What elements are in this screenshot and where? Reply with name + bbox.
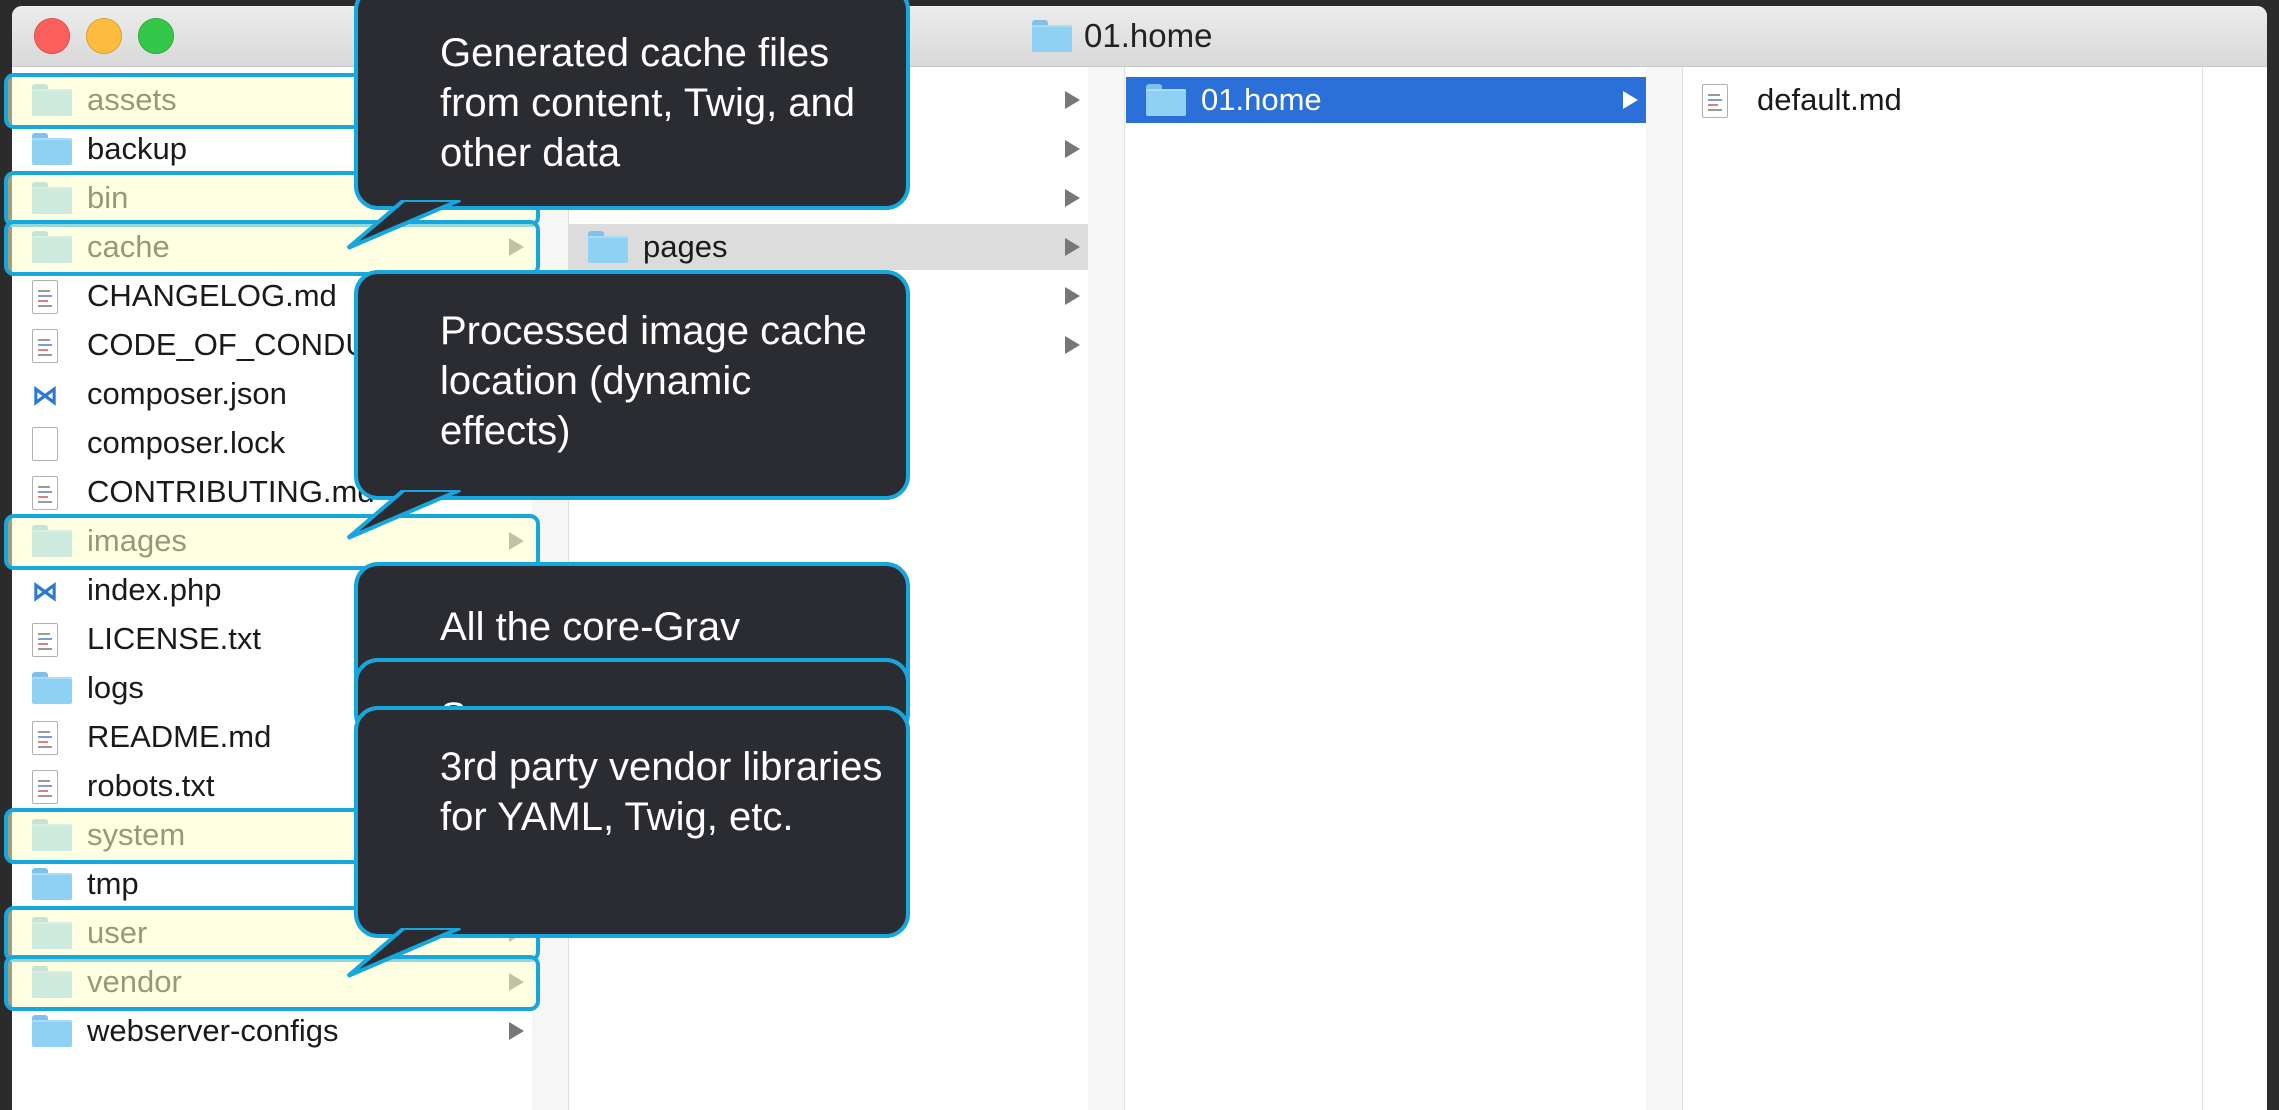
item-label: logs bbox=[87, 670, 144, 705]
maximize-button[interactable] bbox=[138, 18, 174, 54]
vscode-file-icon: ⋈ bbox=[32, 380, 58, 410]
vscode-file-icon: ⋈ bbox=[32, 576, 58, 606]
callout-cache: Generated cache files from content, Twig… bbox=[354, 0, 910, 210]
item-label: tmp bbox=[87, 866, 139, 901]
window-title-text: 01.home bbox=[1084, 17, 1213, 54]
folder-icon bbox=[588, 231, 628, 263]
document-icon bbox=[32, 329, 58, 363]
document-icon bbox=[32, 280, 58, 314]
column-divider[interactable] bbox=[1646, 67, 1683, 1110]
document-icon bbox=[32, 623, 58, 657]
folder-icon bbox=[32, 868, 72, 900]
callout-tail bbox=[346, 490, 461, 540]
disclosure-arrow-icon bbox=[1065, 140, 1080, 158]
disclosure-arrow-icon bbox=[1065, 238, 1080, 256]
document-icon bbox=[32, 476, 58, 510]
disclosure-arrow-icon bbox=[1065, 189, 1080, 207]
document-icon bbox=[32, 770, 58, 804]
file-icon bbox=[32, 427, 58, 461]
disclosure-arrow-icon bbox=[1065, 336, 1080, 354]
folder-icon bbox=[32, 133, 72, 165]
disclosure-arrow-icon bbox=[1065, 91, 1080, 109]
callout-tail bbox=[346, 200, 461, 250]
disclosure-arrow-icon bbox=[1623, 91, 1638, 109]
callout-images-text: Processed image cache location (dynamic … bbox=[440, 309, 867, 453]
list-item[interactable]: default.md bbox=[1682, 77, 2202, 123]
folder-icon bbox=[32, 1015, 72, 1047]
minimize-button[interactable] bbox=[86, 18, 122, 54]
item-label: composer.lock bbox=[87, 425, 286, 460]
document-icon bbox=[1702, 84, 1728, 118]
browser-column-pages[interactable]: 01.home bbox=[1126, 67, 1647, 1110]
item-label: README.md bbox=[87, 719, 272, 754]
callout-vendor-text: 3rd party vendor libraries for YAML, Twi… bbox=[440, 745, 883, 839]
document-icon bbox=[32, 721, 58, 755]
item-label: backup bbox=[87, 131, 187, 166]
list-item[interactable]: pages bbox=[568, 224, 1088, 270]
close-button[interactable] bbox=[34, 18, 70, 54]
disclosure-arrow-icon bbox=[509, 1022, 524, 1040]
window-title: 01.home bbox=[1032, 16, 1212, 56]
callout-vendor: 3rd party vendor libraries for YAML, Twi… bbox=[354, 706, 910, 938]
callout-images: Processed image cache location (dynamic … bbox=[354, 270, 910, 500]
folder-icon bbox=[1146, 84, 1186, 116]
item-label: pages bbox=[643, 229, 728, 264]
list-item[interactable]: webserver-configs bbox=[12, 1008, 532, 1054]
browser-column-home[interactable]: default.md bbox=[1682, 67, 2203, 1110]
item-label: CHANGELOG.md bbox=[87, 278, 337, 313]
folder-icon bbox=[1032, 20, 1072, 52]
item-label: index.php bbox=[87, 572, 222, 607]
callout-system-text: All the core-Grav bbox=[440, 605, 741, 649]
item-label: CONTRIBUTING.md bbox=[87, 474, 375, 509]
item-label: LICENSE.txt bbox=[87, 621, 261, 656]
item-label: default.md bbox=[1757, 82, 1902, 117]
title-bar: 01.home bbox=[12, 6, 2267, 67]
item-label: robots.txt bbox=[87, 768, 215, 803]
callout-cache-text: Generated cache files from content, Twig… bbox=[440, 31, 856, 175]
item-label: 01.home bbox=[1201, 82, 1322, 117]
list-item[interactable]: 01.home bbox=[1126, 77, 1646, 123]
column-divider[interactable] bbox=[1088, 67, 1125, 1110]
folder-icon bbox=[32, 672, 72, 704]
item-label: composer.json bbox=[87, 376, 287, 411]
item-label: webserver-configs bbox=[87, 1013, 339, 1048]
disclosure-arrow-icon bbox=[1065, 287, 1080, 305]
callout-tail bbox=[346, 928, 461, 978]
